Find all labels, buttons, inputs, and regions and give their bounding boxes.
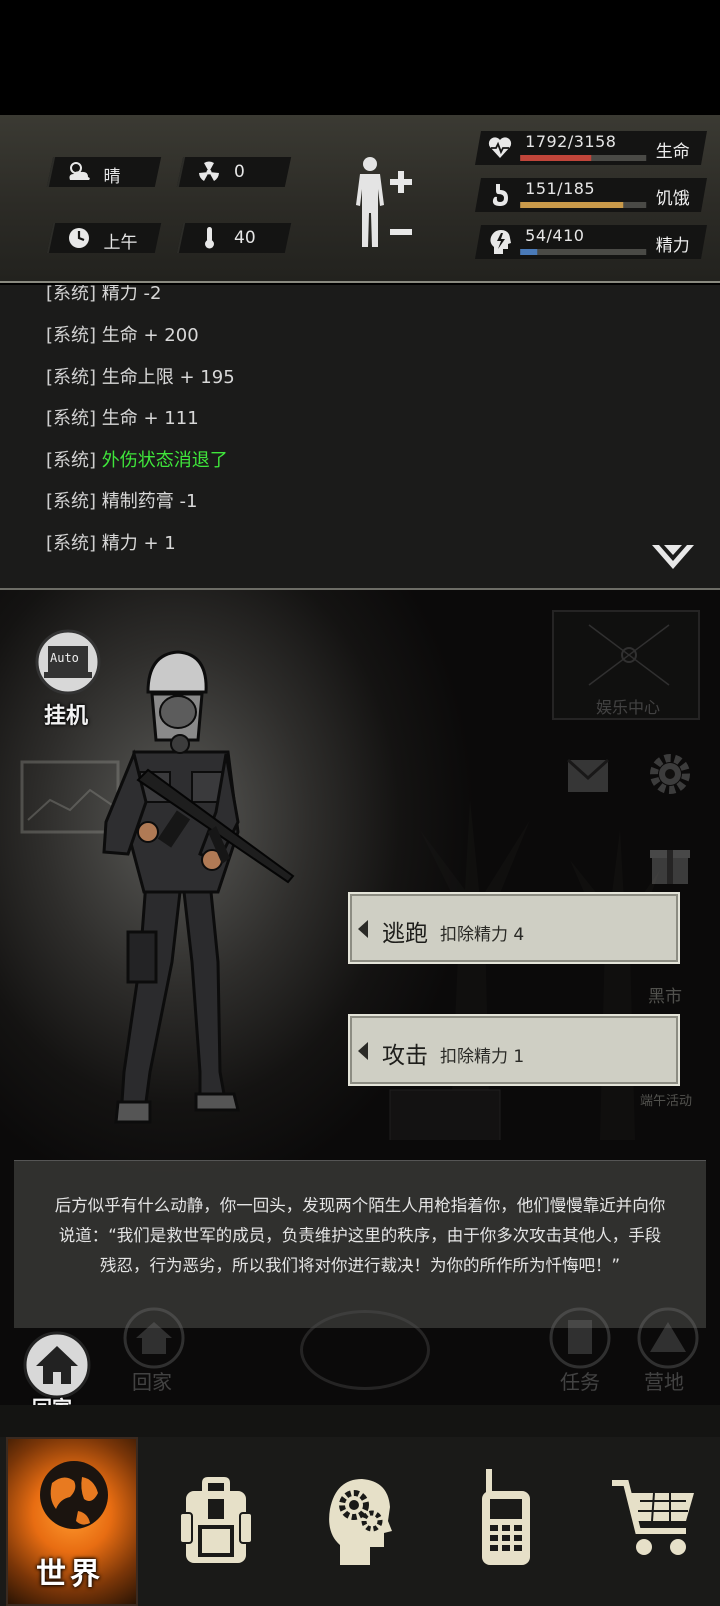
temperature-chip: 40 [176, 223, 292, 253]
radiation-icon [199, 161, 219, 181]
globe-icon [40, 1461, 108, 1529]
time-chip: 上午 [46, 223, 162, 253]
log-line: [系统] 生命上限 + 195 [46, 367, 235, 388]
health-value: 1792/3158 [525, 132, 617, 151]
clock-icon [69, 228, 89, 248]
health-label: 生命 [655, 142, 690, 162]
energy-bar-row: 54/410 精力 [475, 225, 707, 259]
ghost-home-label: 回家 [132, 1370, 172, 1394]
cart-icon [612, 1480, 694, 1555]
player-soldier-character [102, 650, 295, 1124]
hunger-label: 饥饿 [655, 189, 690, 209]
log-line: [系统] 精制药膏 -1 [46, 491, 198, 512]
message-log[interactable]: [系统] 精力 -2 [系统] 生命 + 200 [系统] 生命上限 + 195… [0, 285, 720, 588]
scroll-down-chevron-icon[interactable] [650, 541, 696, 573]
ghost-task-button: 任务 [548, 1306, 618, 1396]
auto-label: 挂机 [44, 704, 89, 729]
tv-icon [588, 624, 670, 686]
flee-label: 逃跑 [382, 921, 428, 947]
go-home-button[interactable]: 回家 [20, 1330, 94, 1405]
weather-value: 晴 [103, 167, 121, 187]
hunger-value: 151/185 [525, 179, 596, 198]
gear-icon[interactable] [646, 750, 694, 798]
home-icon [23, 1331, 91, 1399]
ghost-camp-button: 营地 [632, 1306, 712, 1396]
temperature-value: 40 [234, 228, 256, 248]
heart-icon [488, 137, 512, 158]
log-line: [系统] 外伤状态消退了 [46, 450, 228, 471]
ghost-center-button [300, 1310, 430, 1390]
hunger-bar [520, 202, 647, 208]
left-triangle-icon [358, 920, 368, 938]
ghost-task-label: 任务 [560, 1370, 600, 1394]
event-label[interactable]: 端午活动 [640, 1090, 692, 1109]
battle-scene: 娱乐中心 黑市 端午活动 Auto 挂机 逃跑 扣除精力 4 攻击 扣除精力 1… [0, 590, 720, 1405]
nav-backpack-tab[interactable] [150, 1437, 280, 1606]
time-of-day-value: 上午 [103, 233, 138, 253]
nav-divider-strip [0, 1405, 720, 1437]
body-status-icon[interactable] [348, 155, 392, 249]
weather-chip: 晴 [46, 157, 162, 187]
left-triangle-icon [358, 1042, 368, 1060]
nav-world-label: 世界 [36, 1557, 104, 1592]
nav-world-tab[interactable]: 世界 [6, 1437, 138, 1606]
ghost-camp-label: 营地 [644, 1370, 684, 1394]
weather-cloud-sun-icon [69, 162, 90, 180]
home-icon [123, 1307, 185, 1369]
thermometer-icon [205, 227, 214, 249]
log-line: [系统] 生命 + 111 [46, 408, 199, 429]
auto-badge: Auto [50, 651, 79, 665]
entertainment-center-label: 娱乐中心 [596, 698, 661, 717]
event-message-text: 后方似乎有什么动静，你一回头，发现两个陌生人用枪指着你，他们慢慢靠近并向你说道：… [54, 1196, 666, 1275]
radiation-value: 0 [234, 162, 245, 182]
radiation-chip: 0 [176, 157, 292, 187]
task-clipboard-icon [549, 1307, 611, 1369]
stomach-icon [492, 184, 508, 206]
minus-icon[interactable] [388, 219, 414, 245]
gift-icon[interactable] [648, 840, 692, 886]
attack-button[interactable]: 攻击 扣除精力 1 [348, 1014, 680, 1086]
energy-value: 54/410 [525, 226, 585, 245]
camp-tent-icon [637, 1307, 699, 1369]
hunger-bar-row: 151/185 饥饿 [475, 178, 707, 212]
go-home-label: 回家 [32, 1392, 72, 1405]
log-line: [系统] 生命 + 200 [46, 325, 199, 346]
attack-label: 攻击 [382, 1043, 428, 1069]
plus-icon[interactable] [388, 169, 414, 195]
radio-icon [482, 1469, 530, 1565]
health-bar [520, 155, 647, 161]
event-message-box: 后方似乎有什么动静，你一回头，发现两个陌生人用枪指着你，他们慢慢靠近并向你说道：… [14, 1160, 706, 1328]
auto-idle-button[interactable]: Auto 挂机 [30, 628, 108, 738]
flee-button[interactable]: 逃跑 扣除精力 4 [348, 892, 680, 964]
entertainment-center-button[interactable]: 娱乐中心 [552, 610, 700, 720]
log-line: [系统] 精力 + 1 [46, 533, 176, 554]
energy-label: 精力 [655, 236, 690, 256]
log-line: [系统] 精力 -2 [46, 285, 162, 304]
mail-icon[interactable] [566, 758, 610, 794]
nav-shop-tab[interactable] [590, 1437, 716, 1606]
flee-cost: 扣除精力 4 [440, 925, 525, 945]
backpack-icon [179, 1477, 253, 1563]
ghost-home-button: 回家 [118, 1306, 196, 1396]
nav-skills-tab[interactable] [290, 1437, 420, 1606]
health-bar-row: 1792/3158 生命 [475, 131, 707, 165]
skills-head-icon [329, 1479, 392, 1565]
nav-radio-tab[interactable] [440, 1437, 570, 1606]
black-market-label[interactable]: 黑市 [648, 982, 682, 1007]
energy-bar [520, 249, 647, 255]
attack-cost: 扣除精力 1 [440, 1047, 525, 1067]
status-panel: 晴 0 上午 40 1792/3158 生命 151/185 饥饿 54/410… [0, 115, 720, 283]
head-lightning-icon [490, 230, 511, 254]
